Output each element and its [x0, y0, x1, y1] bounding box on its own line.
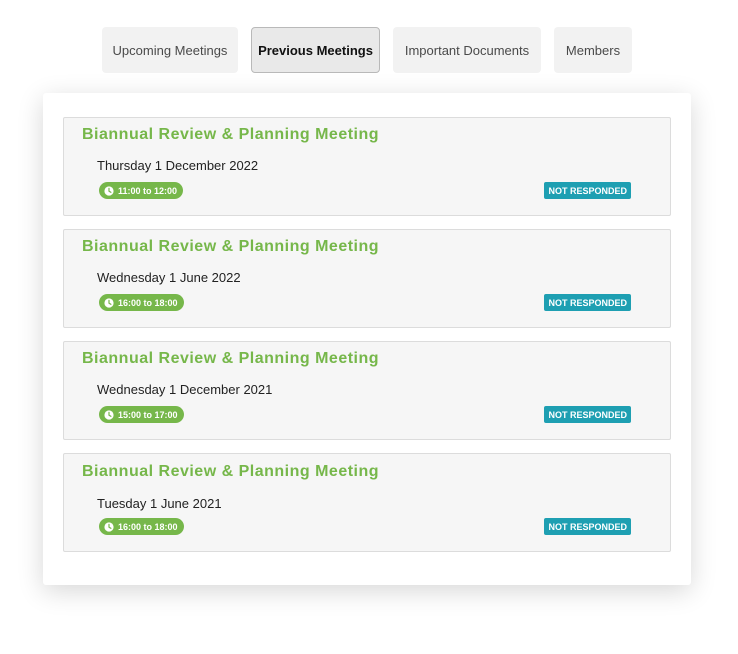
clock-icon — [104, 521, 114, 532]
clock-icon — [104, 297, 114, 308]
meeting-date: Thursday 1 December 2022 — [97, 158, 259, 173]
tab-members[interactable]: Members — [554, 27, 632, 73]
meeting-title[interactable]: Biannual Review & Planning Meeting — [82, 126, 379, 144]
status-badge: NOT RESPONDED — [544, 518, 631, 535]
clock-icon — [104, 409, 114, 420]
meetings-panel: Biannual Review & Planning Meeting Thurs… — [43, 93, 691, 585]
meeting-time: 16:00 to 18:00 — [118, 521, 178, 532]
tab-upcoming-meetings[interactable]: Upcoming Meetings — [102, 27, 238, 73]
status-badge: NOT RESPONDED — [544, 294, 631, 311]
meeting-tabs: Upcoming Meetings Previous Meetings Impo… — [0, 27, 738, 73]
meeting-time-badge: 11:00 to 12:00 — [99, 182, 184, 199]
status-badge: NOT RESPONDED — [544, 182, 631, 199]
meeting-item[interactable]: Biannual Review & Planning Meeting Tuesd… — [63, 453, 671, 552]
meeting-date: Tuesday 1 June 2021 — [97, 496, 222, 511]
meeting-time-badge: 15:00 to 17:00 — [99, 406, 184, 423]
meeting-time: 11:00 to 12:00 — [118, 185, 178, 196]
meeting-time-badge: 16:00 to 18:00 — [99, 294, 184, 311]
meeting-title[interactable]: Biannual Review & Planning Meeting — [82, 238, 379, 256]
meeting-item[interactable]: Biannual Review & Planning Meeting Wedne… — [63, 229, 671, 328]
meeting-title[interactable]: Biannual Review & Planning Meeting — [82, 350, 379, 368]
meeting-item[interactable]: Biannual Review & Planning Meeting Thurs… — [63, 117, 671, 216]
page: Upcoming Meetings Previous Meetings Impo… — [0, 0, 738, 654]
clock-icon — [104, 185, 114, 196]
meeting-time: 15:00 to 17:00 — [118, 409, 178, 420]
meeting-time: 16:00 to 18:00 — [118, 297, 178, 308]
meeting-item[interactable]: Biannual Review & Planning Meeting Wedne… — [63, 341, 671, 440]
meeting-title[interactable]: Biannual Review & Planning Meeting — [82, 463, 379, 481]
meeting-date: Wednesday 1 December 2021 — [97, 382, 273, 397]
meeting-date: Wednesday 1 June 2022 — [97, 270, 241, 285]
status-badge: NOT RESPONDED — [544, 406, 631, 423]
tab-important-documents[interactable]: Important Documents — [393, 27, 541, 73]
tab-previous-meetings[interactable]: Previous Meetings — [251, 27, 380, 73]
meeting-time-badge: 16:00 to 18:00 — [99, 518, 184, 535]
